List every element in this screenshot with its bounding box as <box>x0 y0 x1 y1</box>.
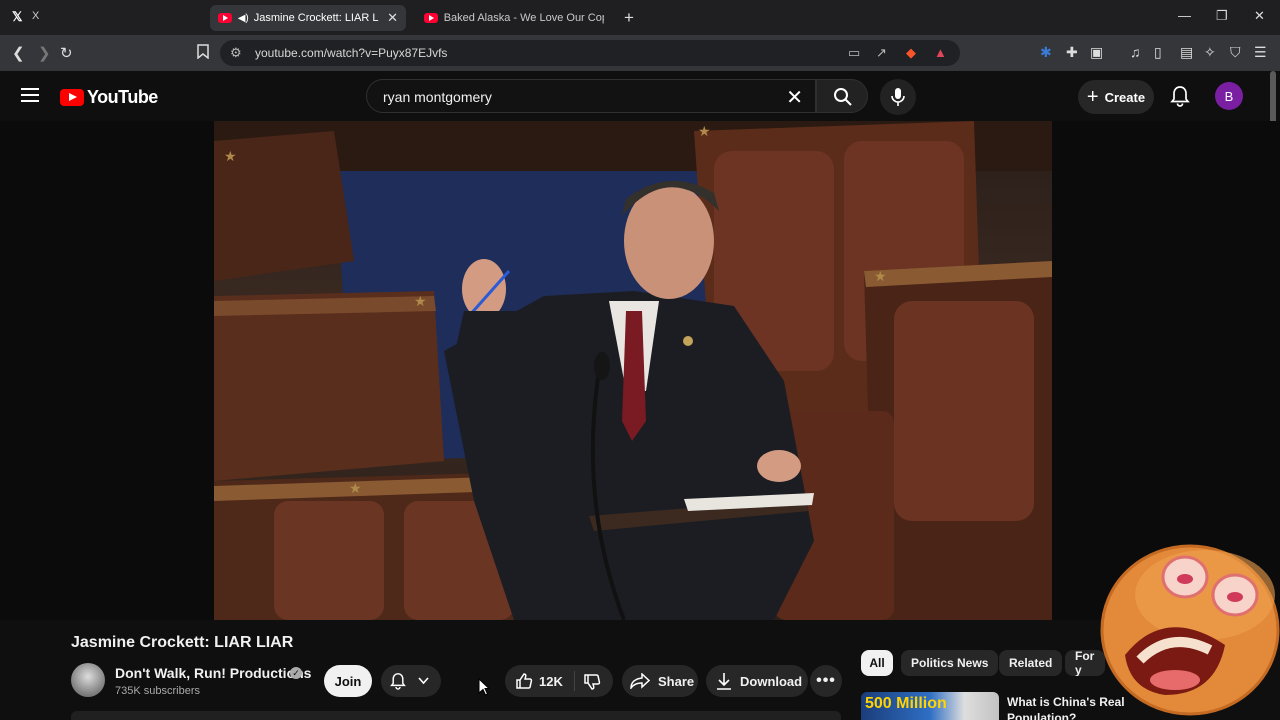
new-tab-button[interactable]: + <box>624 8 634 28</box>
video-player[interactable]: ★ ★ ★ ★ ★ <box>214 121 1052 620</box>
like-count[interactable]: 12K <box>539 674 563 689</box>
reload-icon[interactable]: ↻ <box>60 44 73 62</box>
pinned-tab-title[interactable]: X <box>32 10 39 22</box>
brave-rewards-icon[interactable]: ▲ <box>934 45 947 60</box>
download-label: Download <box>740 673 803 689</box>
like-dislike-group: 12K <box>505 665 613 697</box>
bookmark-icon[interactable] <box>197 44 209 63</box>
share-page-icon[interactable]: ↗ <box>876 45 887 61</box>
screenshot-icon[interactable]: ▣ <box>1090 44 1103 61</box>
more-horizontal-icon: ••• <box>816 672 836 689</box>
join-button[interactable]: Join <box>324 665 372 697</box>
puzzle-icon[interactable]: ✚ <box>1066 44 1078 61</box>
streamer-emote-overlay-icon <box>1100 544 1280 716</box>
share-button[interactable]: Share <box>622 665 698 697</box>
like-icon[interactable] <box>515 672 533 690</box>
tab-jasmine-crockett[interactable]: ◀) Jasmine Crockett: LIAR LIAR - ✕ <box>210 5 406 31</box>
back-icon[interactable]: ❮ <box>12 44 25 62</box>
svg-text:★: ★ <box>224 148 237 164</box>
guide-menu-icon[interactable] <box>21 88 39 102</box>
close-window-icon[interactable]: ✕ <box>1254 8 1265 24</box>
search-button[interactable] <box>816 79 868 113</box>
tab-title: Baked Alaska - We Love Our Cops [LI <box>443 12 604 24</box>
svg-text:★: ★ <box>874 268 887 284</box>
more-actions-button[interactable]: ••• <box>810 665 842 697</box>
bell-icon <box>390 673 406 690</box>
youtube-play-icon <box>60 89 84 106</box>
youtube-favicon-icon <box>218 13 232 23</box>
browser-tab-strip: 𝕏 X ◀) Jasmine Crockett: LIAR LIAR - ✕ B… <box>0 0 1280 35</box>
download-icon <box>717 673 731 690</box>
account-avatar[interactable]: B <box>1215 82 1243 110</box>
dislike-icon[interactable] <box>583 673 601 691</box>
search-icon <box>834 88 852 106</box>
notification-settings-button[interactable] <box>381 665 441 697</box>
speaker-icon[interactable]: ◀) <box>238 13 249 24</box>
chip-all[interactable]: All <box>861 650 893 676</box>
svg-text:★: ★ <box>349 480 362 496</box>
microphone-icon <box>891 88 905 106</box>
verified-badge-icon: ✓ <box>290 667 302 679</box>
youtube-header: YouTube ryan montgomery ✕ + Create B <box>0 71 1280 121</box>
youtube-logo-text: YouTube <box>87 87 158 107</box>
sidebar-icon[interactable]: ▯ <box>1154 44 1162 61</box>
create-label: Create <box>1104 89 1146 105</box>
thumbnail-text: 500 Million <box>865 695 947 712</box>
restore-icon[interactable]: ❐ <box>1216 8 1228 24</box>
mouse-cursor-icon <box>478 678 490 696</box>
share-label: Share <box>658 673 695 689</box>
site-info-icon[interactable]: ⚙ <box>230 45 242 61</box>
like-divider <box>574 671 575 691</box>
chip-related[interactable]: Related <box>999 650 1063 676</box>
search-input[interactable]: ryan montgomery ✕ <box>366 79 816 113</box>
video-frame-image: ★ ★ ★ ★ ★ <box>214 121 1052 620</box>
cast-icon[interactable]: ▭ <box>848 45 860 61</box>
address-bar[interactable]: ⚙ youtube.com/watch?v=Puyx87EJvfs ▭ ↗ ◆ … <box>220 40 960 66</box>
brave-shield-icon[interactable]: ◆ <box>906 45 916 61</box>
create-button[interactable]: + Create <box>1078 80 1154 114</box>
notifications-bell-icon[interactable] <box>1170 85 1190 107</box>
close-tab-icon[interactable]: ✕ <box>387 10 398 26</box>
wallet-icon[interactable]: ▤ <box>1180 44 1193 61</box>
youtube-favicon-icon <box>424 13 438 23</box>
minimize-icon[interactable]: — <box>1178 8 1191 23</box>
svg-text:★: ★ <box>698 123 711 139</box>
chip-politics-news[interactable]: Politics News <box>901 650 999 676</box>
menu-icon[interactable]: ☰ <box>1254 44 1267 61</box>
voice-search-button[interactable] <box>880 79 916 115</box>
share-icon <box>630 673 650 689</box>
channel-name[interactable]: Don't Walk, Run! Productions <box>115 665 311 681</box>
description-box[interactable] <box>71 711 841 720</box>
forward-icon[interactable]: ❯ <box>38 44 51 62</box>
download-button[interactable]: Download <box>706 665 808 697</box>
extension-icon[interactable]: ✱ <box>1040 44 1052 61</box>
svg-text:★: ★ <box>414 293 427 309</box>
plus-icon: + <box>1086 85 1099 108</box>
x-logo-icon[interactable]: 𝕏 <box>12 9 22 25</box>
video-title: Jasmine Crockett: LIAR LIAR <box>71 634 294 651</box>
chevron-down-icon <box>418 677 429 685</box>
channel-avatar[interactable] <box>71 663 105 697</box>
search-query[interactable]: ryan montgomery <box>383 89 492 105</box>
clear-search-icon[interactable]: ✕ <box>786 85 803 110</box>
leo-ai-icon[interactable]: ✧ <box>1204 44 1216 61</box>
browser-toolbar: ❮ ❯ ↻ ⚙ youtube.com/watch?v=Puyx87EJvfs … <box>0 35 1280 71</box>
vpn-icon[interactable]: ⛉ <box>1230 44 1241 61</box>
tab-baked-alaska[interactable]: Baked Alaska - We Love Our Cops [LI <box>416 5 612 31</box>
recommendation-thumbnail[interactable]: 500 Million <box>861 692 999 720</box>
media-icon[interactable]: ♫ <box>1130 44 1141 60</box>
subscriber-count: 735K subscribers <box>115 685 200 697</box>
tab-title: Jasmine Crockett: LIAR LIAR - <box>253 12 379 24</box>
url-text[interactable]: youtube.com/watch?v=Puyx87EJvfs <box>255 46 447 60</box>
youtube-logo[interactable]: YouTube <box>60 87 158 108</box>
